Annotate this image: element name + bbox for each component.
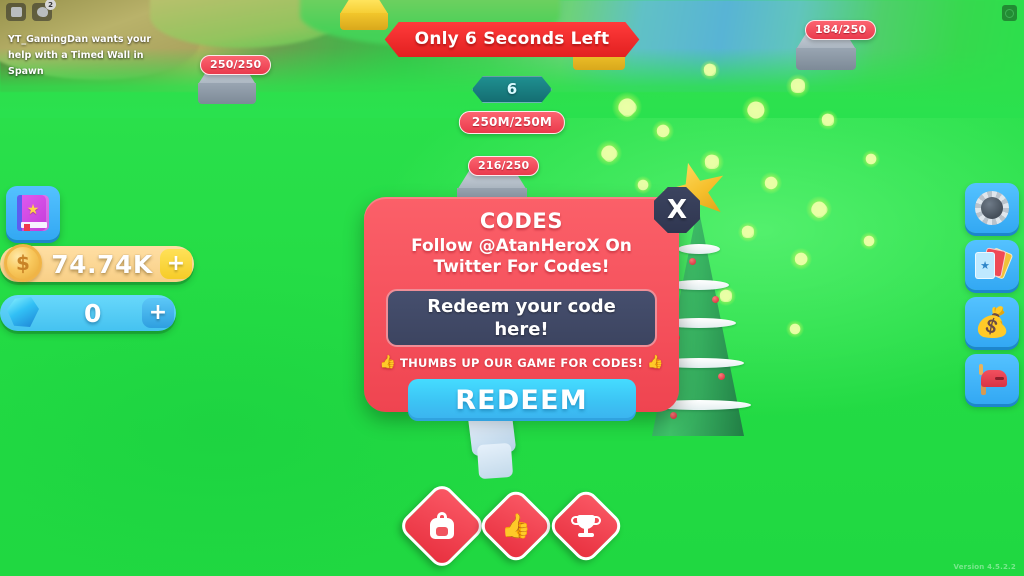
codes-subtitle-line1: Follow @AtanHeroX On <box>411 236 632 256</box>
mailbox-button[interactable] <box>965 354 1019 404</box>
thumbs-up-icon: 👍 <box>379 355 396 370</box>
roblox-capture-icon[interactable] <box>1002 5 1017 21</box>
leaderboard-button[interactable] <box>546 486 626 566</box>
timer-banner: Only 6 Seconds Left <box>385 22 640 57</box>
inventory-button[interactable] <box>396 480 488 572</box>
version-label: Version 4.5.2.2 <box>953 563 1016 571</box>
like-button[interactable]: 👍 <box>476 486 556 566</box>
codes-hint: 👍 THUMBS UP OUR GAME FOR CODES! 👍 <box>378 355 665 370</box>
buy-coins-button[interactable]: + <box>160 249 192 279</box>
backpack-icon <box>428 512 456 540</box>
wall-health-label: 184/250 <box>805 20 877 40</box>
game-screen: 250/250 184/250 216/250 Only 6 Seconds L… <box>0 0 1024 576</box>
capture-dot-icon <box>1005 8 1014 18</box>
gems-value: 0 <box>84 298 102 328</box>
coins-counter[interactable]: $ 74.74K + <box>0 244 194 284</box>
tree-bauble <box>689 258 696 265</box>
treasure-button[interactable]: 💰 <box>965 297 1019 347</box>
bottom-button-bar: 👍 <box>396 480 626 572</box>
gems-counter[interactable]: 0 + <box>0 295 176 331</box>
codes-dialog: CODES Follow @AtanHeroX On Twitter For C… <box>364 187 700 421</box>
tree-bauble <box>712 296 719 303</box>
settings-button[interactable] <box>965 183 1019 233</box>
codes-dialog-title: CODES <box>479 209 564 233</box>
treasure-chest-icon: 💰 <box>973 304 1011 339</box>
wave-counter: 6 <box>472 76 552 103</box>
trophy-icon <box>571 513 601 539</box>
mailbox-icon <box>975 362 1009 396</box>
chat-icon[interactable]: 2 <box>32 0 56 21</box>
help-notification: YT_GamingDan wants your help with a Time… <box>8 34 152 77</box>
coin-icon: $ <box>4 244 44 284</box>
roblox-topbar: 2 <box>6 0 56 21</box>
thumbs-up-icon: 👍 <box>501 511 531 540</box>
gem-icon <box>4 293 44 333</box>
tree-garland <box>678 244 720 254</box>
tree-bauble <box>718 373 725 380</box>
right-sidebar: ★ 💰 <box>965 183 1019 404</box>
codes-hint-text: THUMBS UP OUR GAME FOR CODES! <box>399 355 644 370</box>
book-star-icon: ★ <box>17 195 49 231</box>
quest-book-button[interactable]: ★ <box>6 186 60 240</box>
thumbs-up-icon: 👍 <box>647 355 664 370</box>
buy-gems-button[interactable]: + <box>142 298 174 328</box>
wall-health-label: 250/250 <box>200 55 272 75</box>
player-avatar <box>462 409 528 484</box>
wall-health-label: 216/250 <box>468 156 540 176</box>
tree-bauble <box>670 412 677 419</box>
cards-icon: ★ <box>975 247 1014 281</box>
redeem-button[interactable]: REDEEM <box>407 379 636 421</box>
codes-dialog-subtitle: Follow @AtanHeroX On Twitter For Codes! <box>378 236 665 278</box>
codes-subtitle-line2: Twitter For Codes! <box>433 257 610 277</box>
gear-icon <box>975 191 1009 225</box>
boss-health-label: 250M/250M <box>458 111 566 134</box>
close-icon[interactable]: X <box>654 187 700 233</box>
avatar-body <box>476 442 514 480</box>
code-input[interactable]: Redeem your code here! <box>386 289 657 347</box>
world-block <box>340 0 388 30</box>
coins-value: 74.74K <box>51 249 153 279</box>
roblox-menu-icon[interactable] <box>6 3 26 21</box>
cards-button[interactable]: ★ <box>965 240 1019 290</box>
